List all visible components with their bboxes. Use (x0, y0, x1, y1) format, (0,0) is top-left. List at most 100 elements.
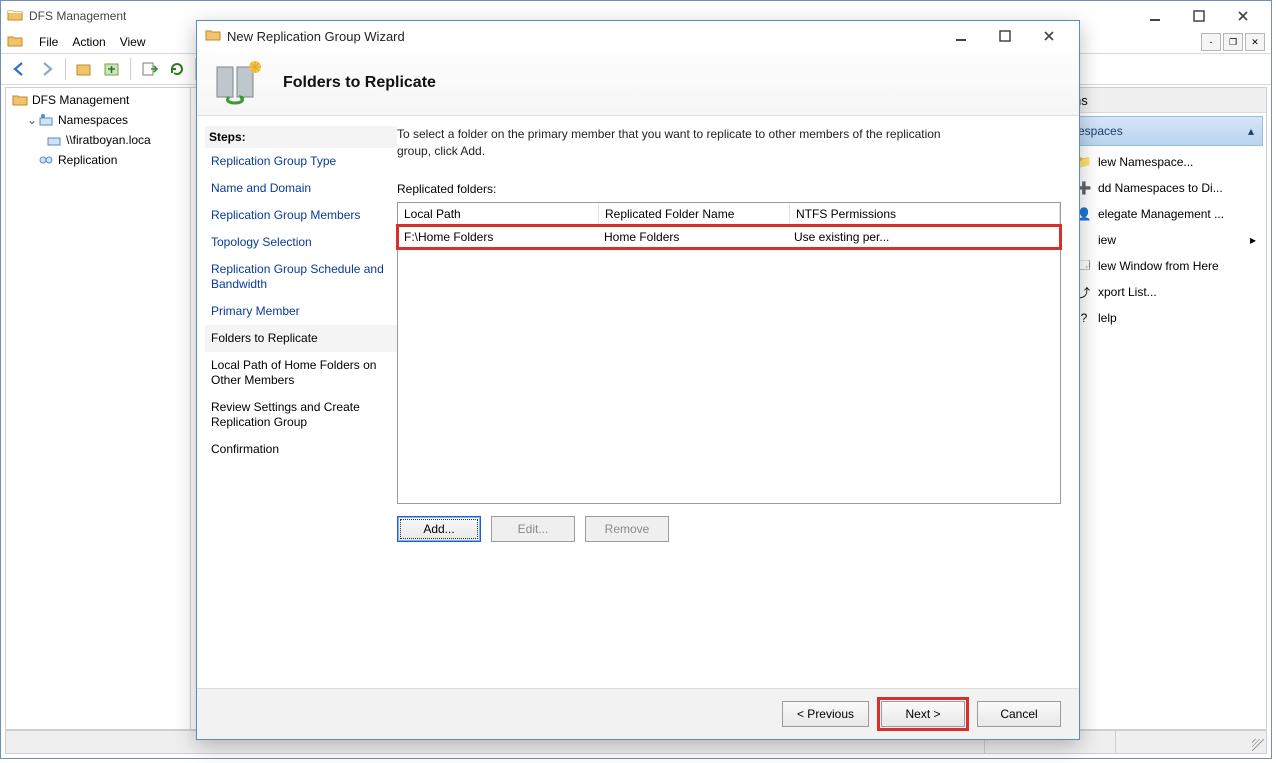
toolbar-separator (130, 58, 131, 80)
step-replication-group-members[interactable]: Replication Group Members (205, 202, 397, 229)
step-topology-selection[interactable]: Topology Selection (205, 229, 397, 256)
wizard-main-pane: To select a folder on the primary member… (397, 116, 1079, 688)
namespace-icon (38, 112, 54, 128)
replication-icon (38, 152, 54, 168)
tree-replication-label: Replication (58, 153, 117, 167)
step-confirmation[interactable]: Confirmation (205, 436, 397, 463)
caret-down-icon[interactable]: ⌄ (26, 113, 38, 127)
tree-root[interactable]: DFS Management (6, 90, 190, 110)
refresh-icon[interactable] (165, 57, 189, 81)
menu-view[interactable]: View (120, 35, 146, 49)
cancel-button[interactable]: Cancel (977, 701, 1061, 727)
action-add-namespaces[interactable]: ➕ dd Namespaces to Di... (1066, 175, 1266, 201)
action-new-window[interactable]: 🗔 lew Window from Here (1066, 253, 1266, 279)
actions-section-head[interactable]: espaces ▴ (1069, 116, 1263, 146)
remove-button: Remove (585, 516, 669, 542)
menu-action[interactable]: Action (72, 35, 105, 49)
step-local-path-other-members[interactable]: Local Path of Home Folders on Other Memb… (205, 352, 397, 394)
action-item-label: xport List... (1098, 285, 1256, 299)
step-name-and-domain[interactable]: Name and Domain (205, 175, 397, 202)
step-primary-member[interactable]: Primary Member (205, 298, 397, 325)
edit-button: Edit... (491, 516, 575, 542)
step-replication-group-type[interactable]: Replication Group Type (205, 148, 397, 175)
wizard-titlebar[interactable]: New Replication Group Wizard (197, 21, 1079, 51)
new-namespace-icon[interactable] (72, 57, 96, 81)
wizard-footer: < Previous Next > Cancel (197, 688, 1079, 739)
tree-namespaces[interactable]: ⌄ Namespaces (6, 110, 190, 130)
col-ntfs-permissions[interactable]: NTFS Permissions (790, 203, 1060, 225)
collapse-up-icon[interactable]: ▴ (1248, 124, 1254, 138)
toolbar-separator (65, 58, 66, 80)
wizard-app-icon (205, 27, 221, 46)
action-new-namespace[interactable]: 📁 lew Namespace... (1066, 149, 1266, 175)
main-window-title: DFS Management (29, 9, 126, 23)
dfs-app-icon (7, 7, 23, 26)
wizard-maximize-button[interactable] (983, 22, 1027, 50)
namespace-child-icon (46, 132, 62, 148)
col-replicated-folder-name[interactable]: Replicated Folder Name (599, 203, 790, 225)
steps-pane: Steps: Replication Group Type Name and D… (197, 116, 397, 688)
action-help[interactable]: ? lelp (1066, 305, 1266, 331)
mdi-minimize-button[interactable]: ‐ (1201, 33, 1221, 51)
caret-placeholder (26, 153, 38, 167)
main-minimize-button[interactable] (1133, 2, 1177, 30)
add-button[interactable]: Add... (397, 516, 481, 542)
wizard-minimize-button[interactable] (939, 22, 983, 50)
action-item-label: iew (1098, 233, 1244, 247)
step-schedule-and-bandwidth[interactable]: Replication Group Schedule and Bandwidth (205, 256, 397, 298)
tree-replication[interactable]: Replication (6, 150, 190, 170)
wizard-close-button[interactable] (1027, 22, 1071, 50)
steps-label: Steps: (205, 126, 397, 148)
actions-pane: ns espaces ▴ 📁 lew Namespace... ➕ dd Nam… (1066, 87, 1267, 730)
tree-namespace-item[interactable]: \\firatboyan.loca (6, 130, 190, 150)
action-item-label: lew Namespace... (1098, 155, 1256, 169)
action-export-list[interactable]: ⤴ xport List... (1066, 279, 1266, 305)
list-label: Replicated folders: (397, 182, 1061, 196)
action-item-label: lew Window from Here (1098, 259, 1256, 273)
cell-ntfs: Use existing per... (788, 226, 1060, 248)
action-delegate-management[interactable]: 👤 elegate Management ... (1066, 201, 1266, 227)
cell-folder-name: Home Folders (598, 226, 788, 248)
previous-button[interactable]: < Previous (782, 701, 869, 727)
action-item-label: dd Namespaces to Di... (1098, 181, 1256, 195)
status-cell (1115, 731, 1246, 753)
wizard-body: Steps: Replication Group Type Name and D… (197, 116, 1079, 688)
wizard-header-icon (211, 59, 265, 107)
chevron-right-icon: ▸ (1250, 233, 1256, 247)
wizard-heading: Folders to Replicate (283, 74, 436, 92)
list-header[interactable]: Local Path Replicated Folder Name NTFS P… (398, 203, 1060, 226)
step-folders-to-replicate[interactable]: Folders to Replicate (205, 325, 397, 352)
tree-namespace-item-label: \\firatboyan.loca (66, 133, 151, 147)
replicated-folders-list[interactable]: Local Path Replicated Folder Name NTFS P… (397, 202, 1061, 504)
mdi-restore-button[interactable]: ❐ (1223, 33, 1243, 51)
export-icon[interactable] (137, 57, 161, 81)
menu-file[interactable]: File (39, 35, 58, 49)
list-row[interactable]: F:\Home Folders Home Folders Use existin… (398, 226, 1060, 248)
add-namespace-icon[interactable] (100, 57, 124, 81)
tree-pane[interactable]: DFS Management ⌄ Namespaces \\firatboyan… (5, 87, 191, 730)
mdi-controls: ‐ ❐ ✕ (1201, 33, 1265, 51)
tree-namespaces-label: Namespaces (58, 113, 128, 127)
list-buttons: Add... Edit... Remove (397, 516, 1061, 542)
action-item-label: lelp (1098, 311, 1256, 325)
main-close-button[interactable] (1221, 2, 1265, 30)
actions-title: ns (1066, 88, 1266, 113)
main-maximize-button[interactable] (1177, 2, 1221, 30)
mdi-close-button[interactable]: ✕ (1245, 33, 1265, 51)
actions-section-label: espaces (1078, 124, 1123, 138)
tree-root-label: DFS Management (32, 93, 129, 107)
nav-back-icon[interactable] (7, 57, 31, 81)
wizard-title: New Replication Group Wizard (227, 29, 405, 44)
dfs-app-icon-small (7, 33, 23, 52)
action-item-label: elegate Management ... (1098, 207, 1256, 221)
next-button[interactable]: Next > (881, 701, 965, 727)
cell-local-path: F:\Home Folders (398, 226, 598, 248)
col-local-path[interactable]: Local Path (398, 203, 599, 225)
action-view[interactable]: iew ▸ (1066, 227, 1266, 253)
wizard-instruction: To select a folder on the primary member… (397, 126, 957, 160)
nav-forward-icon[interactable] (35, 57, 59, 81)
wizard-dialog: New Replication Group Wizard Folders to … (196, 20, 1080, 740)
folder-icon (12, 92, 28, 108)
step-review-and-create[interactable]: Review Settings and Create Replication G… (205, 394, 397, 436)
wizard-header: Folders to Replicate (197, 51, 1079, 116)
